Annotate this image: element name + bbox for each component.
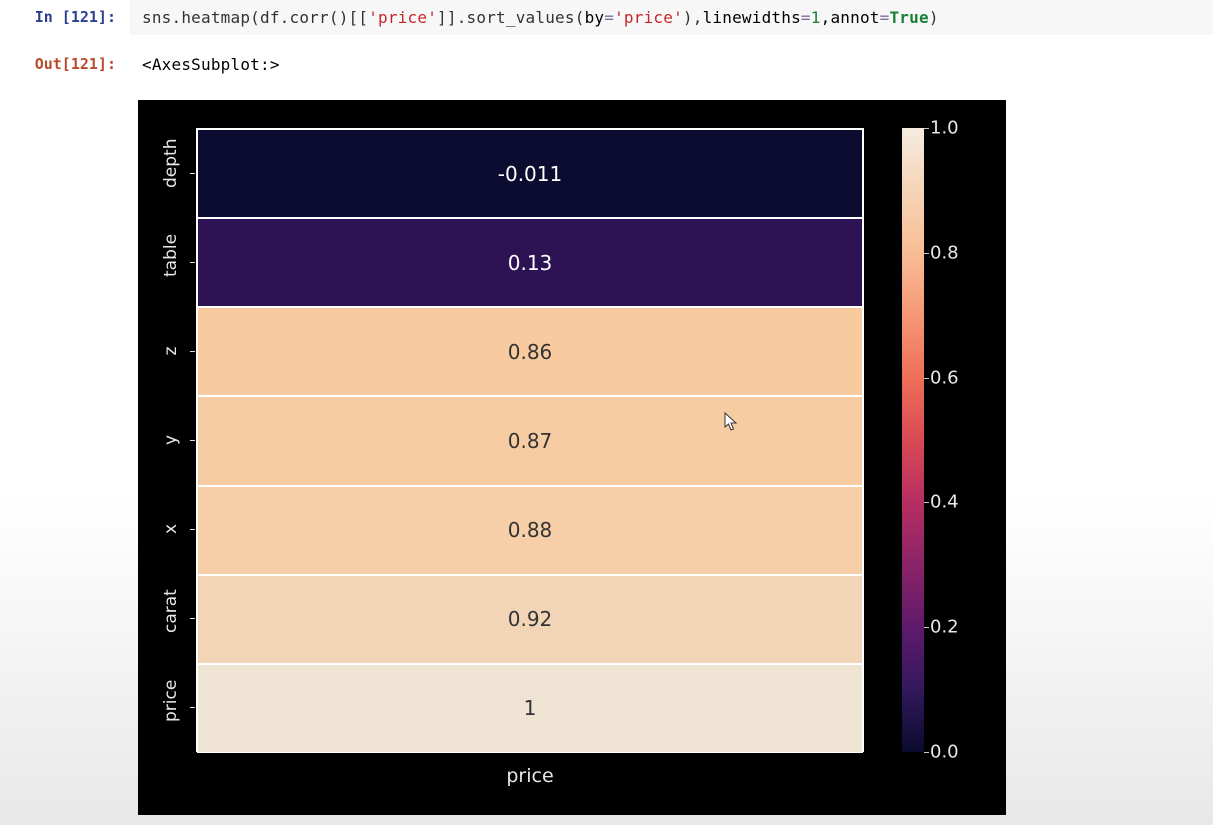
heatmap-cell-value: 0.88 xyxy=(508,518,553,542)
heatmap-cell-value: 0.13 xyxy=(508,251,553,275)
heatmap-cell: 0.87 xyxy=(197,396,863,485)
heatmap-cell-value: 0.86 xyxy=(508,340,553,364)
heatmap-cell-value: 0.92 xyxy=(508,607,553,631)
x-axis-label: price xyxy=(506,765,553,787)
heatmap-cell: 0.88 xyxy=(197,486,863,575)
heatmap-cell: 0.86 xyxy=(197,307,863,396)
colorbar-tick-label: 0.0 xyxy=(930,742,959,763)
output-cell: Out[121]: <AxesSubplot:> xyxy=(0,47,1213,82)
heatmap-cell: 0.92 xyxy=(197,575,863,664)
output-prompt: Out[121]: xyxy=(0,47,130,81)
colorbar-tick-label: 1.0 xyxy=(930,118,959,139)
colorbar-tick-label: 0.2 xyxy=(930,617,959,638)
heatmap-plot: price -0.011 0.13 0.86 0.87 0.88 0.92 1 depth t… xyxy=(138,100,1006,815)
y-tick-label: x xyxy=(161,514,181,544)
y-tick-label: depth xyxy=(161,158,181,188)
input-cell: In [121]: sns.heatmap(df.corr()[['price'… xyxy=(0,0,1213,35)
colorbar-tick-label: 0.6 xyxy=(930,367,959,388)
input-prompt: In [121]: xyxy=(0,0,130,34)
y-tick-label: y xyxy=(161,425,181,455)
heatmap-cell: 1 xyxy=(197,664,863,753)
heatmap-cell: -0.011 xyxy=(197,129,863,218)
colorbar-tick-label: 0.8 xyxy=(930,242,959,263)
heatmap-grid: price -0.0110.130.860.870.880.921 xyxy=(196,128,864,752)
colorbar-tick-label: 0.4 xyxy=(930,492,959,513)
y-tick-label: carat xyxy=(161,603,181,633)
output-text: <AxesSubplot:> xyxy=(130,47,1213,82)
y-tick-label: z xyxy=(161,336,181,366)
y-tick-label: table xyxy=(161,247,181,277)
heatmap-cell-value: -0.011 xyxy=(498,162,562,186)
y-tick-label: price xyxy=(161,692,181,722)
heatmap-cell-value: 1 xyxy=(524,696,537,720)
heatmap-cell: 0.13 xyxy=(197,218,863,307)
code-input[interactable]: sns.heatmap(df.corr()[['price']].sort_va… xyxy=(130,0,1213,35)
colorbar: 1.00.80.60.40.20.0 xyxy=(902,128,924,752)
heatmap-cell-value: 0.87 xyxy=(508,429,553,453)
